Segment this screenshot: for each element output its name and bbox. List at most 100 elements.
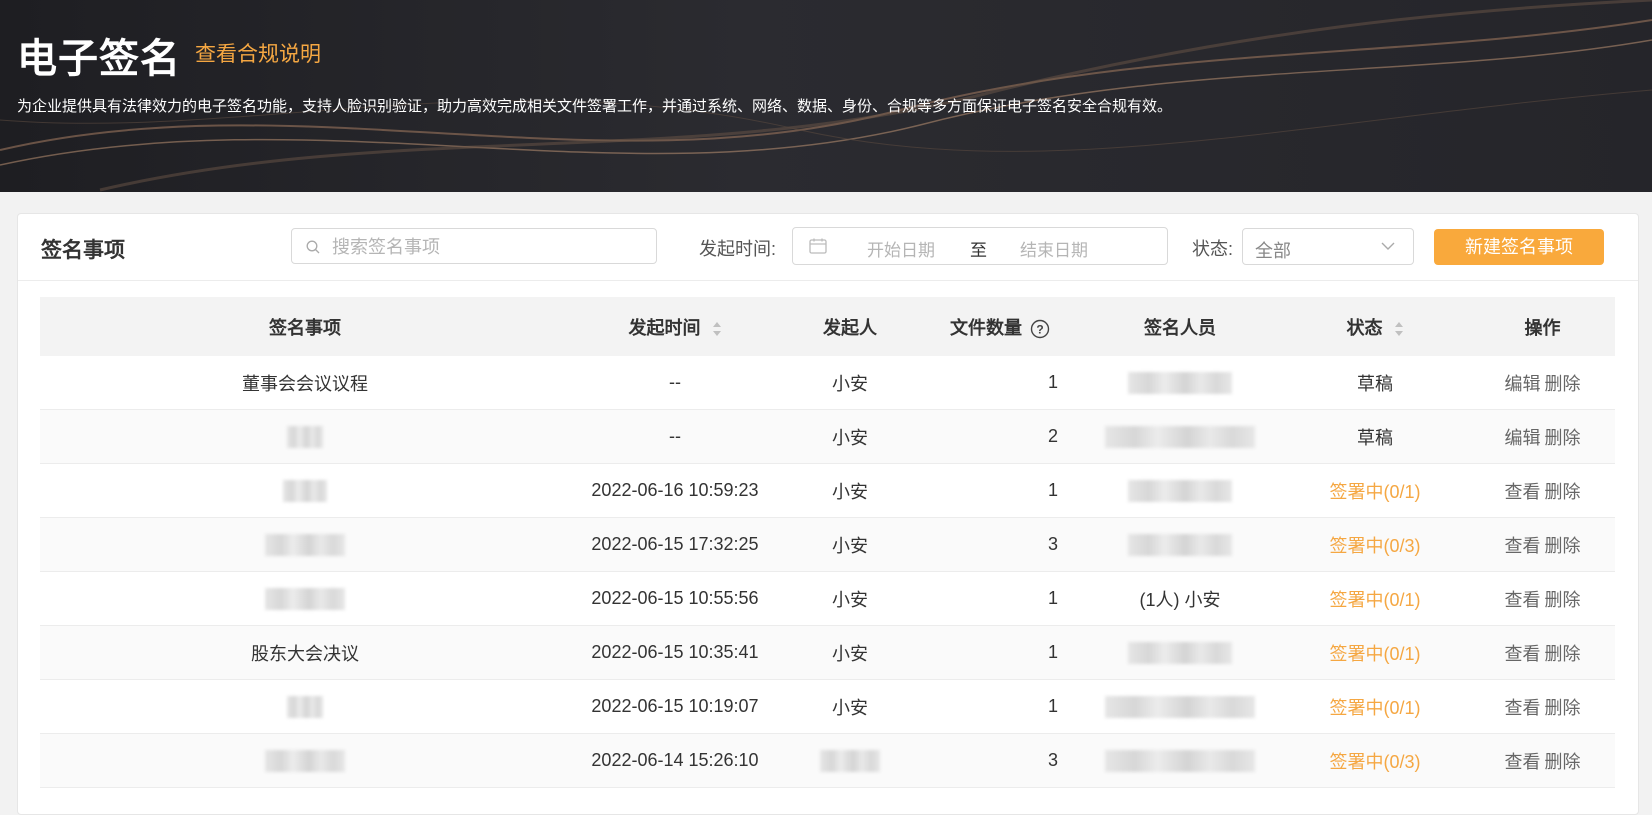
signers-cell: [1080, 733, 1280, 788]
initiator-cell: 小安: [780, 571, 920, 626]
start-time-cell: 2022-06-15 10:19:07: [570, 679, 780, 734]
delete-link[interactable]: 删除: [1545, 752, 1581, 772]
item-name-cell: [40, 409, 570, 464]
actions-cell: 编辑 删除: [1470, 409, 1615, 464]
table-row: 2022-06-15 10:19:07 小安 1 签署中(0/1) 查看 删除: [40, 679, 1615, 734]
end-date-input[interactable]: 结束日期: [1020, 236, 1088, 261]
delete-link[interactable]: 删除: [1545, 374, 1581, 394]
initiator-cell: [780, 733, 920, 788]
item-name-cell: [40, 733, 570, 788]
redacted-text: [1128, 371, 1232, 394]
signers-cell: [1080, 679, 1280, 734]
status-badge: 签署中(0/1): [1329, 481, 1421, 502]
search-input[interactable]: [330, 232, 644, 262]
item-name-cell: [40, 571, 570, 626]
start-date-input[interactable]: 开始日期: [867, 236, 935, 261]
actions-cell: 查看 删除: [1470, 571, 1615, 626]
col-header-signers: 签名人员: [1080, 297, 1280, 356]
table-header-row: 签名事项 发起时间 发起人 文件数量 ? 签名人员 状态 操作: [40, 297, 1615, 356]
sort-icon[interactable]: [1394, 321, 1404, 337]
file-count-cell: 1: [920, 571, 1080, 626]
signature-list-card: 签名事项 发起时间: 开始日期 至 结束日期 状态: 全部: [17, 213, 1639, 815]
item-name: 股东大会决议: [251, 643, 359, 664]
status-badge: 签署中(0/1): [1329, 589, 1421, 610]
signers-cell: (1人) 小安: [1080, 571, 1280, 626]
status-badge: 签署中(0/3): [1329, 535, 1421, 556]
redacted-text: [1105, 425, 1255, 448]
new-signature-button[interactable]: 新建签名事项: [1434, 229, 1604, 265]
search-icon: [306, 240, 320, 254]
file-count: 3: [1047, 534, 1058, 554]
actions-cell: 查看 删除: [1470, 733, 1615, 788]
file-count: 1: [1047, 696, 1058, 716]
status-select-value: 全部: [1255, 241, 1291, 261]
svg-text:?: ?: [1036, 322, 1043, 336]
actions-cell: 查看 删除: [1470, 463, 1615, 518]
view-link[interactable]: 查看: [1505, 752, 1541, 772]
item-name-cell: [40, 679, 570, 734]
edit-link[interactable]: 编辑: [1505, 374, 1541, 394]
file-count-cell: 3: [920, 733, 1080, 788]
delete-link[interactable]: 删除: [1545, 644, 1581, 664]
toolbar: 签名事项 发起时间: 开始日期 至 结束日期 状态: 全部: [18, 214, 1638, 281]
signers-cell: [1080, 356, 1280, 410]
header-banner: 电子签名 查看合规说明 为企业提供具有法律效力的电子签名功能，支持人脸识别验证，…: [0, 0, 1652, 192]
status-cell: 签署中(0/1): [1280, 625, 1470, 680]
col-header-status[interactable]: 状态: [1280, 297, 1470, 356]
delete-link[interactable]: 删除: [1545, 590, 1581, 610]
page-title: 电子签名: [17, 37, 181, 81]
compliance-link[interactable]: 查看合规说明: [195, 38, 321, 68]
col-header-initiator: 发起人: [780, 297, 920, 356]
start-time: 2022-06-15 10:35:41: [591, 642, 759, 662]
table-row: 股东大会决议 2022-06-15 10:35:41 小安 1 签署中(0/1) 查看 删除: [40, 625, 1615, 680]
edit-link[interactable]: 编辑: [1505, 428, 1541, 448]
start-time-cell: 2022-06-15 17:32:25: [570, 517, 780, 572]
file-count-cell: 2: [920, 409, 1080, 464]
signers-cell: [1080, 517, 1280, 572]
start-time-cell: 2022-06-15 10:55:56: [570, 571, 780, 626]
initiator-name: 小安: [832, 643, 868, 664]
view-link[interactable]: 查看: [1505, 644, 1541, 664]
start-time: 2022-06-15 17:32:25: [591, 534, 759, 554]
view-link[interactable]: 查看: [1505, 482, 1541, 502]
search-field[interactable]: [291, 228, 657, 264]
delete-link[interactable]: 删除: [1545, 698, 1581, 718]
status-cell: 签署中(0/1): [1280, 571, 1470, 626]
redacted-text: [1128, 479, 1232, 502]
table-row: 董事会会议议程 -- 小安 1 草稿 编辑 删除: [40, 356, 1615, 410]
initiator-cell: 小安: [780, 463, 920, 518]
chevron-down-icon: [1381, 242, 1395, 250]
view-link[interactable]: 查看: [1505, 698, 1541, 718]
item-name: 董事会会议议程: [242, 373, 368, 394]
initiator-cell: 小安: [780, 356, 920, 410]
date-range-picker[interactable]: 开始日期 至 结束日期: [792, 227, 1168, 265]
actions-cell: 查看 删除: [1470, 625, 1615, 680]
signers-text: (1人) 小安: [1139, 589, 1221, 610]
start-time-cell: 2022-06-16 10:59:23: [570, 463, 780, 518]
initiator-name: 小安: [832, 535, 868, 556]
status-cell: 签署中(0/3): [1280, 517, 1470, 572]
delete-link[interactable]: 删除: [1545, 428, 1581, 448]
redacted-text: [1128, 533, 1232, 556]
calendar-icon: [809, 238, 827, 254]
status-cell: 签署中(0/1): [1280, 679, 1470, 734]
delete-link[interactable]: 删除: [1545, 536, 1581, 556]
status-filter-label: 状态:: [1192, 239, 1234, 259]
view-link[interactable]: 查看: [1505, 590, 1541, 610]
item-name-cell: [40, 463, 570, 518]
start-time-cell: --: [570, 409, 780, 464]
col-header-time[interactable]: 发起时间: [570, 297, 780, 356]
status-badge: 草稿: [1357, 427, 1393, 448]
status-badge: 签署中(0/1): [1329, 697, 1421, 718]
file-count: 1: [1047, 480, 1058, 500]
sort-icon[interactable]: [712, 321, 722, 337]
help-icon[interactable]: ?: [1030, 319, 1050, 339]
status-badge: 签署中(0/3): [1329, 751, 1421, 772]
delete-link[interactable]: 删除: [1545, 482, 1581, 502]
initiator-cell: 小安: [780, 625, 920, 680]
initiator-name: 小安: [832, 427, 868, 448]
initiator-name: 小安: [832, 697, 868, 718]
status-select[interactable]: 全部: [1242, 228, 1414, 265]
table-row: 2022-06-15 10:55:56 小安 1 (1人) 小安 签署中(0/1) 查看删…: [40, 571, 1615, 626]
view-link[interactable]: 查看: [1505, 536, 1541, 556]
